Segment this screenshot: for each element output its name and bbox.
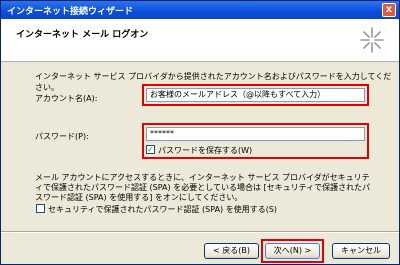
spa-checkbox[interactable] — [36, 204, 45, 213]
account-name-label: アカウント名(A): — [35, 94, 98, 103]
wizard-header: インターネット メール ログオン — [1, 19, 399, 62]
cancel-button[interactable]: キャンセル — [332, 243, 390, 259]
back-button[interactable]: < 戻る(B) — [204, 243, 259, 259]
sparkle-icon — [360, 27, 384, 53]
password-label: パスワード(P): — [35, 132, 89, 141]
footer-divider — [1, 231, 399, 233]
account-name-input[interactable]: お客様のメールアドレス（@以降もすべて入力） — [146, 88, 365, 102]
password-input[interactable]: ****** — [146, 127, 365, 141]
window-title: インターネット接続ウィザード — [7, 7, 134, 17]
next-button[interactable]: 次へ(N) > — [265, 243, 320, 259]
page-title: インターネット メール ログオン — [16, 30, 149, 40]
close-button[interactable]: x — [382, 3, 396, 17]
save-password-label[interactable]: パスワードを保存する(W) — [158, 145, 252, 156]
title-bar: インターネット接続ウィザード x — [1, 1, 399, 19]
spa-checkbox-label[interactable]: セキュリティで保護されたパスワード認証 (SPA) を使用する(S) — [48, 204, 277, 215]
spa-description: メール アカウントにアクセスするときに、インターネット サービス プロバイダがセ… — [35, 173, 371, 202]
save-password-checkbox[interactable]: ✓ — [146, 145, 155, 154]
wizard-window: インターネット接続ウィザード x インターネット メール ログオン インターネッ… — [0, 0, 400, 265]
